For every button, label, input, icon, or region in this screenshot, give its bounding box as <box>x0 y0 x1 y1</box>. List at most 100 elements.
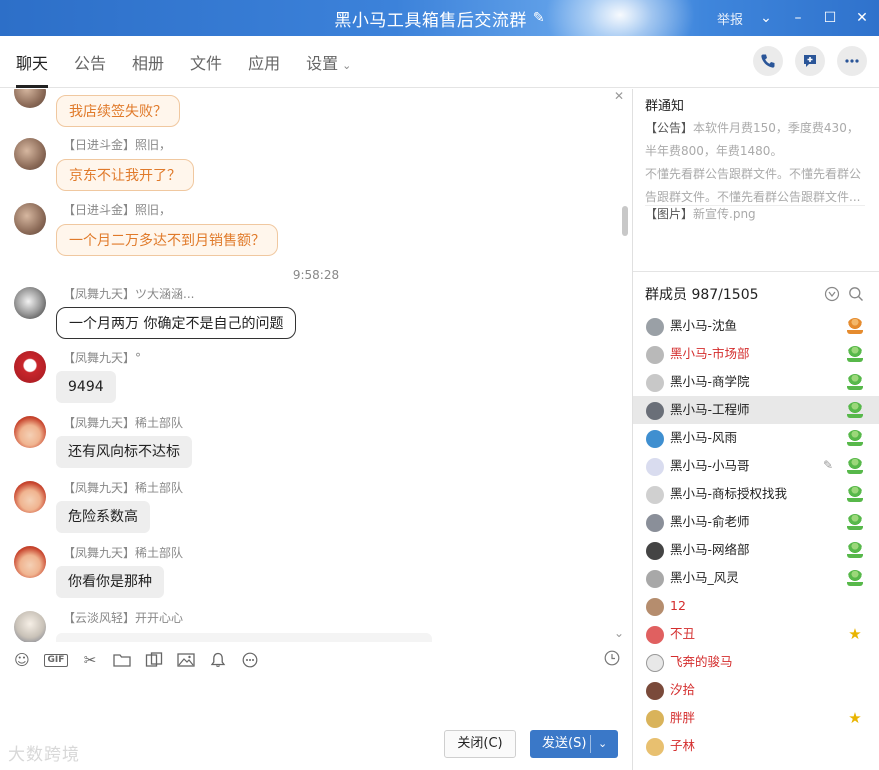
message-bubble: 危险系数高 <box>56 501 150 533</box>
avatar[interactable] <box>14 287 46 319</box>
add-message-icon[interactable] <box>795 46 825 76</box>
member-item[interactable]: 12 <box>633 592 879 620</box>
emoji-icon[interactable]: ☺ <box>12 650 32 670</box>
tab-settings[interactable]: 设置 ⌄ <box>306 36 351 88</box>
close-icon[interactable]: ✕ <box>614 89 624 103</box>
sender-name: 【凤舞九天】稀土部队 <box>63 481 184 495</box>
avatar <box>646 430 664 448</box>
message-timestamp: 9:58:28 <box>292 268 340 282</box>
member-name: 黑小马-沈鱼 <box>670 318 738 333</box>
member-name: 黑小马-商学院 <box>670 374 750 389</box>
avatar <box>646 346 664 364</box>
bell-icon[interactable] <box>208 650 228 670</box>
member-name: 黑小马-网络部 <box>670 542 750 557</box>
report-link[interactable]: 举报 <box>717 9 743 28</box>
admin-badge-icon <box>847 346 863 362</box>
send-button[interactable]: 发送(S) ⌄ <box>530 730 618 758</box>
notice-tag: 【图片】 <box>645 207 694 221</box>
avatar[interactable] <box>14 138 46 170</box>
image-icon[interactable] <box>176 650 196 670</box>
sender-name: 【凤舞九天】° <box>63 351 142 365</box>
message-bubble: 一个月两万 你确定不是自己的问题 <box>56 307 297 339</box>
member-item[interactable]: 胖胖 ★ <box>633 704 879 732</box>
tab-files[interactable]: 文件 <box>190 36 222 88</box>
member-item[interactable]: 不丑 ★ <box>633 620 879 648</box>
minimize-icon[interactable]: – <box>789 9 807 27</box>
tab-notice[interactable]: 公告 <box>74 36 106 88</box>
avatar[interactable] <box>14 611 46 642</box>
member-item[interactable]: 黑小马-俞老师 <box>633 508 879 536</box>
edit-title-icon[interactable]: ✎ <box>533 10 545 26</box>
avatar[interactable] <box>14 351 46 383</box>
member-name: 子林 <box>670 738 696 753</box>
tab-bar: 聊天 公告 相册 文件 应用 设置 ⌄ <box>0 36 879 88</box>
member-item[interactable]: 黑小马-网络部 <box>633 536 879 564</box>
avatar <box>646 542 664 560</box>
group-notice[interactable]: 群通知 【公告】本软件月费150，季度费430，半年费800，年费1480。 不… <box>633 89 879 272</box>
chevron-down-icon[interactable]: ⌄ <box>757 9 775 27</box>
member-item[interactable]: 黑小马_风灵 <box>633 564 879 592</box>
member-item[interactable]: 黑小马-商学院 <box>633 368 879 396</box>
gif-icon[interactable]: GIF <box>44 653 68 667</box>
member-name: 黑小马-俞老师 <box>670 514 750 529</box>
more-icon[interactable] <box>837 46 867 76</box>
message-bubble: 我店续签失败？ <box>56 95 180 127</box>
member-filter-icon[interactable] <box>824 286 840 306</box>
scrollbar[interactable] <box>622 206 628 236</box>
member-name: 黑小马-风雨 <box>670 430 738 445</box>
history-icon[interactable] <box>604 650 620 670</box>
member-item[interactable]: 汐拾 <box>633 676 879 704</box>
maximize-icon[interactable]: ☐ <box>821 9 839 27</box>
avatar <box>646 682 664 700</box>
avatar[interactable] <box>14 203 46 235</box>
admin-badge-icon <box>847 402 863 418</box>
sender-name: 【云淡风轻】开开心心 <box>63 611 184 625</box>
avatar[interactable] <box>14 546 46 578</box>
avatar[interactable] <box>14 89 46 108</box>
avatar <box>646 654 664 672</box>
message-bubble: 一个月二万多达不到月销售额？ <box>56 224 278 256</box>
member-name: 黑小马-工程师 <box>670 402 750 417</box>
avatar[interactable] <box>14 416 46 448</box>
avatar <box>646 738 664 756</box>
scissors-icon[interactable]: ✂ <box>80 650 100 670</box>
member-item[interactable]: 飞奔的骏马 <box>633 648 879 676</box>
edit-icon[interactable]: ✎ <box>823 458 833 472</box>
tab-chat[interactable]: 聊天 <box>16 36 49 88</box>
notice-image[interactable]: 【图片】新宣传.png <box>645 205 756 222</box>
phone-icon[interactable] <box>753 46 783 76</box>
chat-messages[interactable]: ✕ 我店续签失败？ 【日进斗金】照旧， 京东不让我开了？ 【日进斗金】照旧， 一… <box>0 89 632 642</box>
chevron-down-icon[interactable]: ⌄ <box>598 730 607 758</box>
screenshot-icon[interactable] <box>144 650 164 670</box>
folder-icon[interactable] <box>112 650 132 670</box>
send-divider <box>590 735 591 753</box>
member-item[interactable]: 黑小马-小马哥 ✎ <box>633 452 879 480</box>
member-item[interactable]: 黑小马-沈鱼 <box>633 312 879 340</box>
member-name: 12 <box>670 598 686 613</box>
avatar[interactable] <box>14 481 46 513</box>
member-item-selected[interactable]: 黑小马-工程师 <box>633 396 879 424</box>
tab-apps[interactable]: 应用 <box>248 36 280 88</box>
message-bubble <box>56 633 432 642</box>
member-item[interactable]: 黑小马-风雨 <box>633 424 879 452</box>
avatar <box>646 710 664 728</box>
sender-name: 【凤舞九天】稀土部队 <box>63 416 184 430</box>
search-icon[interactable] <box>848 286 864 306</box>
admin-badge-icon <box>847 570 863 586</box>
chevron-down-icon[interactable]: ⌄ <box>614 626 624 640</box>
notice-tag: 【公告】 <box>645 121 694 135</box>
message-bubble: 京东不让我开了？ <box>56 159 194 191</box>
member-name: 胖胖 <box>670 710 696 725</box>
member-item[interactable]: 黑小马-市场部 <box>633 340 879 368</box>
admin-badge-icon <box>847 514 863 530</box>
close-icon[interactable]: ✕ <box>853 9 871 27</box>
member-item[interactable]: 子林 <box>633 732 879 760</box>
member-item[interactable]: 黑小马-商标授权找我 <box>633 480 879 508</box>
notice-image-name: 新宣传.png <box>693 207 756 221</box>
member-list[interactable]: 黑小马-沈鱼 黑小马-市场部 黑小马-商学院 黑小马-工程师 黑小马-风雨 黑小… <box>633 312 879 760</box>
more-icon[interactable] <box>240 650 260 670</box>
tab-album[interactable]: 相册 <box>132 36 164 88</box>
close-button[interactable]: 关闭(C) <box>444 730 516 758</box>
send-button-label: 发送(S) <box>542 736 587 751</box>
member-name: 黑小马-商标授权找我 <box>670 486 788 501</box>
